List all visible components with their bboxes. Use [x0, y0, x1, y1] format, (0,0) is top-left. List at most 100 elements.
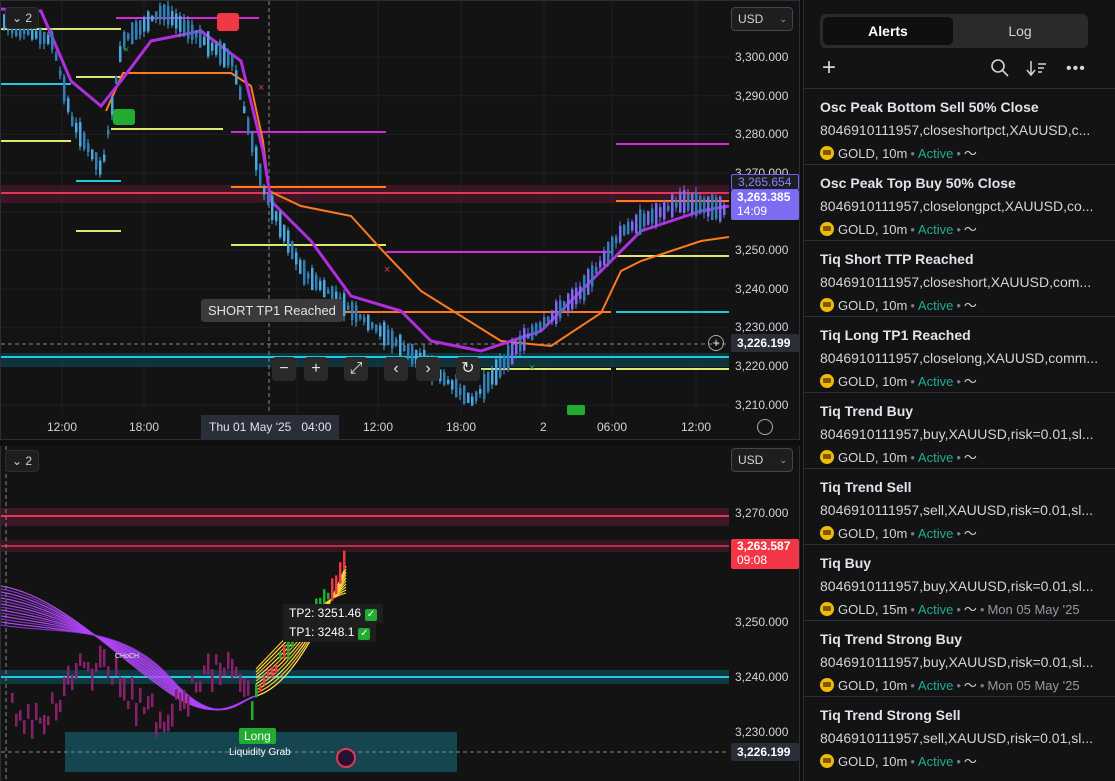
tab-log[interactable]: Log	[955, 17, 1085, 45]
candle-body	[459, 387, 462, 395]
high-price-tag: 3,265.654	[731, 174, 799, 190]
more-icon[interactable]: •••	[1066, 60, 1086, 78]
buy-signal-flag	[113, 109, 135, 125]
candle-body	[383, 322, 386, 346]
scroll-left-button[interactable]: ‹	[384, 357, 408, 381]
tp1-text: TP1: 3248.1	[289, 625, 355, 639]
price-axis[interactable]: 3,270.000 3,250.000 3,240.000 3,230.000	[727, 446, 799, 781]
candle-body	[243, 678, 246, 697]
alert-status: Active	[917, 450, 954, 465]
secondary-chart-canvas[interactable]	[1, 446, 800, 781]
candle-body	[395, 339, 398, 346]
candle-body	[191, 675, 194, 683]
scroll-right-button[interactable]: ›	[416, 357, 440, 381]
candle-body	[599, 260, 602, 268]
alert-item[interactable]: Osc Peak Bottom Sell 50% Close 804691011…	[804, 88, 1115, 164]
wave-icon: 〜	[963, 374, 977, 389]
alert-item[interactable]: Tiq Buy 8046910111957,buy,XAUUSD,risk=0.…	[804, 544, 1115, 620]
gold-symbol-icon	[820, 298, 834, 312]
sort-icon[interactable]	[1026, 58, 1048, 84]
reset-chart-button[interactable]: ↻	[456, 357, 480, 381]
alert-item[interactable]: Tiq Trend Strong Sell 8046910111957,sell…	[804, 696, 1115, 772]
candle-body	[203, 665, 206, 675]
chart-settings-gear-icon[interactable]	[757, 419, 773, 435]
candle-body	[159, 5, 162, 20]
alert-title: Tiq Long TP1 Reached	[820, 327, 971, 343]
candle-body	[195, 32, 198, 38]
crosshair-date-label: Thu 01 May '25	[209, 420, 292, 434]
main-chart-pane[interactable]: × × × × ⌄ 2 USD ⌄ 3,300.000 3,290.000 3,280.0…	[0, 0, 800, 440]
alert-message: 8046910111957,sell,XAUUSD,risk=0.01,sl..…	[820, 502, 1094, 518]
alert-item[interactable]: Osc Peak Top Buy 50% Close 8046910111957…	[804, 164, 1115, 240]
candle-body	[575, 287, 578, 305]
time-axis[interactable]: 12:00 18:00 Thu 01 May '25 04:00 12:00 1…	[1, 415, 731, 439]
plus-icon[interactable]: +	[822, 54, 836, 82]
candle-body	[207, 31, 210, 57]
candle-body	[275, 211, 278, 222]
add-alert-plus-icon[interactable]: +	[708, 335, 724, 351]
candle-body	[43, 714, 46, 735]
pane-layout-toggle[interactable]: ⌄ 2	[5, 450, 40, 472]
wave-icon: 〜	[963, 146, 977, 161]
gold-symbol-icon	[820, 678, 834, 692]
signal-x-marker: ×	[258, 82, 264, 94]
candle-body	[155, 722, 158, 738]
crosshair-price-tag: 3,226.199	[731, 743, 799, 761]
candle-body	[479, 389, 482, 394]
candle-body	[399, 334, 402, 356]
candle-body	[307, 273, 310, 279]
price-tick-label: 3,300.000	[735, 50, 789, 64]
candle-body	[243, 106, 246, 114]
alert-symbol: GOLD, 10m	[838, 526, 908, 541]
candle-body	[31, 719, 34, 739]
alert-date: Mon 05 May '25	[987, 602, 1080, 617]
candle-body	[151, 15, 154, 22]
pane-layout-toggle[interactable]: ⌄ 2	[5, 7, 40, 29]
wave-icon: 〜	[963, 222, 977, 237]
candle-body	[79, 122, 82, 147]
candle-body	[527, 333, 530, 339]
candle-body	[143, 707, 146, 715]
tab-alerts[interactable]: Alerts	[823, 17, 953, 45]
alert-meta: GOLD, 10m • Active • 〜	[820, 219, 1115, 238]
candle-body	[107, 129, 110, 135]
candle-body	[263, 187, 266, 195]
candle-body	[475, 391, 478, 401]
candle-body	[211, 669, 214, 692]
candle-body	[163, 721, 166, 732]
candle-body	[691, 193, 694, 213]
candle-body	[667, 205, 670, 211]
alert-message: 8046910111957,closelong,XAUUSD,comm...	[820, 350, 1098, 366]
candle-body	[67, 665, 70, 685]
candle-body	[199, 681, 202, 692]
price-tick-label: 3,290.000	[735, 89, 789, 103]
candle-body	[671, 194, 674, 218]
secondary-chart-pane[interactable]: ⌄ 2 USD ⌄ 3,270.000 3,250.000 3,240.000 3,2…	[0, 446, 800, 781]
candle-body	[159, 711, 162, 729]
candle-body	[543, 316, 546, 329]
candle-body	[127, 700, 130, 710]
alert-message: 8046910111957,buy,XAUUSD,risk=0.01,sl...	[820, 654, 1094, 670]
chevron-down-icon: ⌄	[12, 454, 23, 468]
alert-item[interactable]: Tiq Trend Sell 8046910111957,sell,XAUUSD…	[804, 468, 1115, 544]
candle-body	[647, 211, 650, 225]
alert-item[interactable]: Tiq Trend Buy 8046910111957,buy,XAUUSD,r…	[804, 392, 1115, 468]
choch-label: CHoCH	[115, 653, 140, 660]
search-icon[interactable]	[990, 58, 1010, 84]
zoom-out-button[interactable]: −	[272, 357, 296, 381]
candle-body	[563, 301, 566, 311]
candle-body	[487, 372, 490, 392]
signal-tooltip: SHORT TP1 Reached	[201, 299, 343, 322]
candle-body	[559, 300, 562, 319]
fullscreen-button[interactable]: ⤢	[344, 357, 368, 381]
candle-body	[43, 31, 46, 44]
alert-item[interactable]: Tiq Short TTP Reached 8046910111957,clos…	[804, 240, 1115, 316]
zoom-in-button[interactable]: +	[304, 357, 328, 381]
candle-body	[103, 649, 106, 667]
tp2-label: TP2: 3251.46 ✓	[283, 604, 384, 623]
candle-body	[95, 152, 98, 170]
alert-item[interactable]: Tiq Trend Strong Buy 8046910111957,buy,X…	[804, 620, 1115, 696]
candle-body	[587, 269, 590, 295]
alert-title: Tiq Trend Strong Sell	[820, 707, 961, 723]
alert-item[interactable]: Tiq Long TP1 Reached 8046910111957,close…	[804, 316, 1115, 392]
